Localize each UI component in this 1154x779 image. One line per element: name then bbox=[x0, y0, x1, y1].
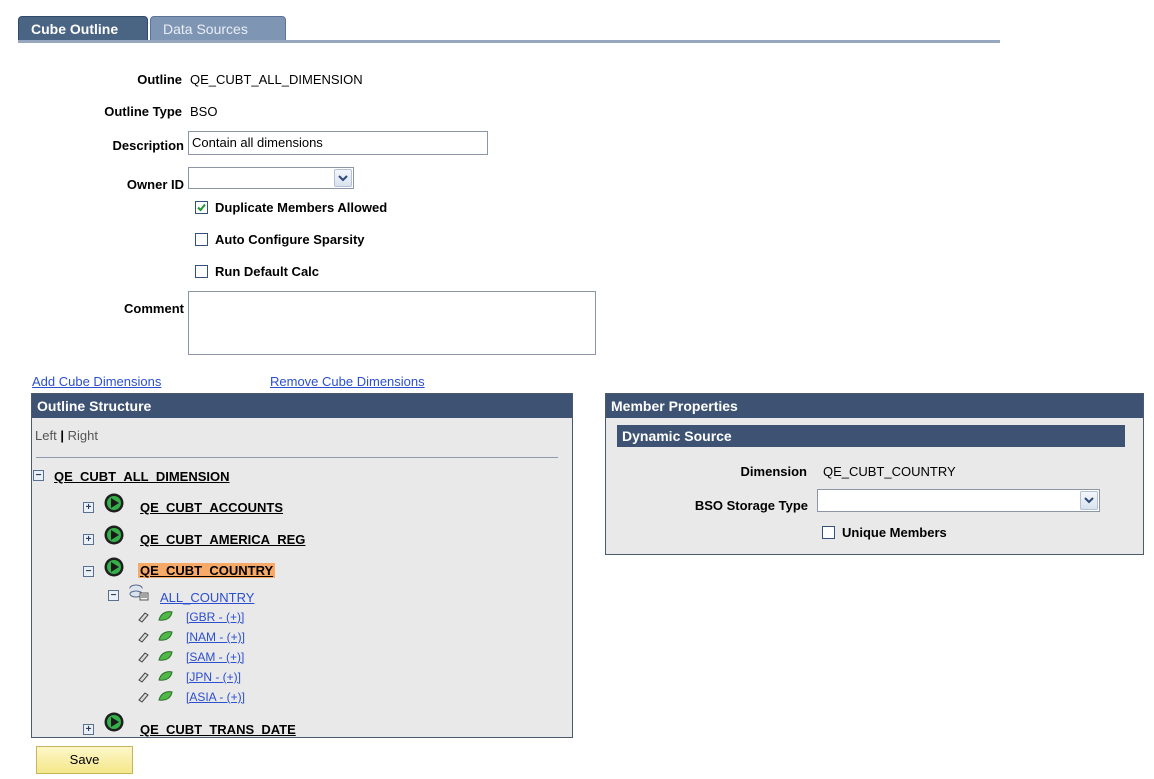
tree-leaf-jpn[interactable]: [JPN - (+)] bbox=[186, 670, 241, 684]
leaf-icon bbox=[138, 691, 173, 703]
left-right-toggle: Left | Right bbox=[35, 428, 98, 443]
chevron-down-icon[interactable] bbox=[334, 169, 352, 187]
member-icon bbox=[129, 584, 149, 601]
leaf-icon bbox=[138, 611, 173, 623]
tree-member-all-country[interactable]: ALL_COUNTRY bbox=[160, 590, 254, 605]
expand-icon[interactable]: + bbox=[83, 724, 94, 735]
leaf-icon bbox=[138, 651, 173, 663]
chevron-down-icon[interactable] bbox=[1080, 491, 1098, 510]
collapse-icon[interactable]: − bbox=[108, 590, 119, 601]
outline-type-label: Outline Type bbox=[104, 104, 182, 119]
tree-node-accounts[interactable]: QE_CUBT_ACCOUNTS bbox=[140, 500, 283, 515]
leaf-icon bbox=[138, 671, 173, 683]
comment-label: Comment bbox=[124, 301, 184, 316]
owner-id-select[interactable] bbox=[188, 167, 354, 189]
tree-leaf-nam[interactable]: [NAM - (+)] bbox=[186, 630, 245, 644]
dimension-label: Dimension bbox=[740, 464, 807, 479]
auto-configure-sparsity-label: Auto Configure Sparsity bbox=[215, 232, 365, 247]
dimension-icon bbox=[104, 525, 124, 545]
leaf-icon bbox=[138, 631, 173, 643]
unique-members-label: Unique Members bbox=[842, 525, 947, 540]
tab-cube-outline[interactable]: Cube Outline bbox=[18, 16, 148, 42]
tab-underline bbox=[18, 40, 1000, 43]
collapse-icon[interactable]: − bbox=[83, 566, 94, 577]
duplicate-members-label: Duplicate Members Allowed bbox=[215, 200, 388, 215]
unique-members-checkbox[interactable] bbox=[822, 526, 835, 539]
remove-cube-dimensions-link[interactable]: Remove Cube Dimensions bbox=[270, 374, 425, 389]
tree-node-america-reg[interactable]: QE_CUBT_AMERICA_REG bbox=[140, 532, 305, 547]
outline-label: Outline bbox=[137, 72, 182, 87]
tree-node-country-selected[interactable]: QE_CUBT_COUNTRY bbox=[138, 563, 276, 578]
add-cube-dimensions-link[interactable]: Add Cube Dimensions bbox=[32, 374, 161, 389]
tree-leaf-sam[interactable]: [SAM - (+)] bbox=[186, 650, 244, 664]
description-label: Description bbox=[112, 138, 184, 153]
divider bbox=[36, 457, 558, 458]
dimension-icon bbox=[104, 493, 124, 513]
run-default-calc-label: Run Default Calc bbox=[215, 264, 320, 279]
outline-value: QE_CUBT_ALL_DIMENSION bbox=[190, 72, 363, 87]
left-link[interactable]: Left bbox=[35, 428, 57, 443]
member-properties-title: Member Properties bbox=[606, 394, 1143, 418]
duplicate-members-checkbox[interactable] bbox=[195, 201, 208, 214]
bso-storage-type-select[interactable] bbox=[817, 489, 1100, 512]
expand-icon[interactable]: + bbox=[83, 534, 94, 545]
left-right-separator: | bbox=[60, 428, 64, 443]
owner-id-label: Owner ID bbox=[126, 177, 184, 192]
outline-structure-title: Outline Structure bbox=[32, 394, 572, 418]
dynamic-source-header: Dynamic Source bbox=[617, 425, 1125, 447]
save-button[interactable]: Save bbox=[36, 746, 133, 774]
bso-storage-type-label: BSO Storage Type bbox=[694, 498, 808, 513]
tree-leaf-gbr[interactable]: [GBR - (+)] bbox=[186, 610, 244, 624]
run-default-calc-checkbox[interactable] bbox=[195, 265, 208, 278]
expand-icon[interactable]: + bbox=[83, 502, 94, 513]
dimension-icon bbox=[104, 712, 124, 732]
dimension-value: QE_CUBT_COUNTRY bbox=[823, 464, 956, 479]
outline-type-value: BSO bbox=[190, 104, 218, 119]
tree-root[interactable]: QE_CUBT_ALL_DIMENSION bbox=[54, 469, 230, 484]
right-link[interactable]: Right bbox=[68, 428, 98, 443]
tree-leaf-asia[interactable]: [ASIA - (+)] bbox=[186, 690, 245, 704]
description-input[interactable]: Contain all dimensions bbox=[188, 131, 488, 155]
comment-textarea[interactable] bbox=[188, 291, 596, 355]
tab-data-sources[interactable]: Data Sources bbox=[150, 16, 286, 42]
collapse-icon[interactable]: − bbox=[33, 470, 44, 481]
tree-node-trans-date[interactable]: QE_CUBT_TRANS_DATE bbox=[140, 722, 296, 737]
auto-configure-sparsity-checkbox[interactable] bbox=[195, 233, 208, 246]
dimension-icon bbox=[104, 557, 124, 577]
